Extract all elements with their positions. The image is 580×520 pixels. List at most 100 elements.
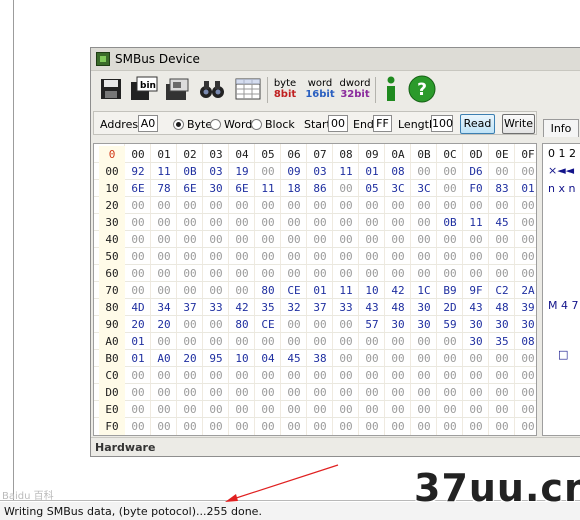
hex-cell[interactable]: 00 [515,384,536,401]
save-bin-button[interactable]: bin [129,74,159,104]
hex-cell[interactable]: 00 [229,214,255,231]
hex-cell[interactable]: 37 [307,299,333,316]
hex-cell[interactable]: 00 [281,367,307,384]
hex-cell[interactable]: 00 [515,401,536,418]
hex-cell[interactable]: 00 [333,418,359,435]
hex-cell[interactable]: 11 [151,163,177,180]
hex-cell[interactable]: 00 [307,418,333,435]
hex-cell[interactable]: 00 [437,350,463,367]
hex-cell[interactable]: 30 [411,299,437,316]
hex-cell[interactable]: 00 [307,401,333,418]
hex-cell[interactable]: 92 [125,163,151,180]
hex-cell[interactable]: 00 [125,282,151,299]
hex-cell[interactable]: 00 [359,214,385,231]
hex-cell[interactable]: 9F [463,282,489,299]
hex-cell[interactable]: 0B [177,163,203,180]
hex-cell[interactable]: 00 [255,367,281,384]
hex-cell[interactable]: 00 [177,333,203,350]
hex-cell[interactable]: 00 [255,384,281,401]
hex-cell[interactable]: 00 [177,214,203,231]
hex-cell[interactable]: 30 [411,316,437,333]
hex-cell[interactable]: 00 [333,197,359,214]
hex-cell[interactable]: 0B [437,214,463,231]
hex-cell[interactable]: 00 [463,418,489,435]
hex-cell[interactable]: 33 [203,299,229,316]
hex-cell[interactable]: 00 [437,384,463,401]
hex-cell[interactable]: 04 [255,350,281,367]
hex-cell[interactable]: 00 [411,401,437,418]
hex-cell[interactable]: 00 [411,367,437,384]
hex-cell[interactable]: 00 [385,197,411,214]
hex-cell[interactable]: 00 [177,231,203,248]
hex-cell[interactable]: 00 [437,231,463,248]
hex-cell[interactable]: 00 [359,418,385,435]
hex-cell[interactable]: 00 [177,367,203,384]
hex-cell[interactable]: 00 [437,180,463,197]
hex-cell[interactable]: 00 [515,367,536,384]
hex-cell[interactable]: 10 [229,350,255,367]
hex-cell[interactable]: 00 [229,265,255,282]
hex-cell[interactable]: 00 [333,367,359,384]
hex-cell[interactable]: 00 [203,282,229,299]
hex-cell[interactable]: 00 [177,265,203,282]
hex-cell[interactable]: 00 [411,231,437,248]
hex-cell[interactable]: D6 [463,163,489,180]
hex-cell[interactable]: 00 [489,401,515,418]
hex-cell[interactable]: 03 [307,163,333,180]
hex-cell[interactable]: 30 [203,180,229,197]
hex-cell[interactable]: 35 [489,333,515,350]
hex-cell[interactable]: 00 [307,316,333,333]
hex-cell[interactable]: 00 [229,197,255,214]
hex-cell[interactable]: 00 [463,401,489,418]
hex-cell[interactable]: 00 [281,265,307,282]
hex-cell[interactable]: 08 [515,333,536,350]
hex-cell[interactable]: 00 [333,384,359,401]
hex-cell[interactable]: 00 [437,401,463,418]
device-button[interactable] [163,74,193,104]
hex-cell[interactable]: 00 [307,248,333,265]
hex-cell[interactable]: 00 [515,265,536,282]
hex-cell[interactable]: 4D [125,299,151,316]
hex-cell[interactable]: 00 [385,384,411,401]
address-field[interactable]: A0 [138,115,158,132]
hex-cell[interactable]: 00 [385,231,411,248]
hex-cell[interactable]: 2A [515,282,536,299]
hex-cell[interactable]: 00 [125,231,151,248]
hex-cell[interactable]: 42 [229,299,255,316]
hex-cell[interactable]: 80 [229,316,255,333]
hex-cell[interactable]: 00 [333,350,359,367]
hex-cell[interactable]: 00 [125,401,151,418]
hex-cell[interactable]: 00 [229,401,255,418]
hex-cell[interactable]: 00 [255,265,281,282]
hex-cell[interactable]: 09 [281,163,307,180]
hex-cell[interactable]: 00 [411,163,437,180]
hex-cell[interactable]: CE [281,282,307,299]
length-field[interactable]: 100 [431,115,453,132]
hex-cell[interactable]: 01 [359,163,385,180]
dword-view-button[interactable]: dword 32bit [339,74,371,104]
hex-cell[interactable]: 00 [229,367,255,384]
hex-cell[interactable]: 59 [437,316,463,333]
hex-cell[interactable]: 00 [437,248,463,265]
hex-cell[interactable]: 00 [515,248,536,265]
hex-cell[interactable]: 00 [307,384,333,401]
hex-cell[interactable]: 2D [437,299,463,316]
hex-cell[interactable]: 11 [333,282,359,299]
hex-cell[interactable]: 48 [385,299,411,316]
hex-cell[interactable]: 00 [515,197,536,214]
start-field[interactable]: 00 [328,115,348,132]
hex-cell[interactable]: 00 [437,418,463,435]
hex-cell[interactable]: 00 [125,384,151,401]
hex-cell[interactable]: 00 [359,350,385,367]
hex-cell[interactable]: 00 [515,214,536,231]
hex-cell[interactable]: 37 [177,299,203,316]
hex-cell[interactable]: 00 [255,197,281,214]
end-field[interactable]: FF [373,115,392,132]
hex-cell[interactable]: 01 [125,350,151,367]
hex-cell[interactable]: 48 [489,299,515,316]
hex-cell[interactable]: 00 [229,418,255,435]
hex-cell[interactable]: 00 [437,197,463,214]
hex-cell[interactable]: 00 [307,367,333,384]
hex-cell[interactable]: 19 [229,163,255,180]
hex-cell[interactable]: 00 [151,265,177,282]
